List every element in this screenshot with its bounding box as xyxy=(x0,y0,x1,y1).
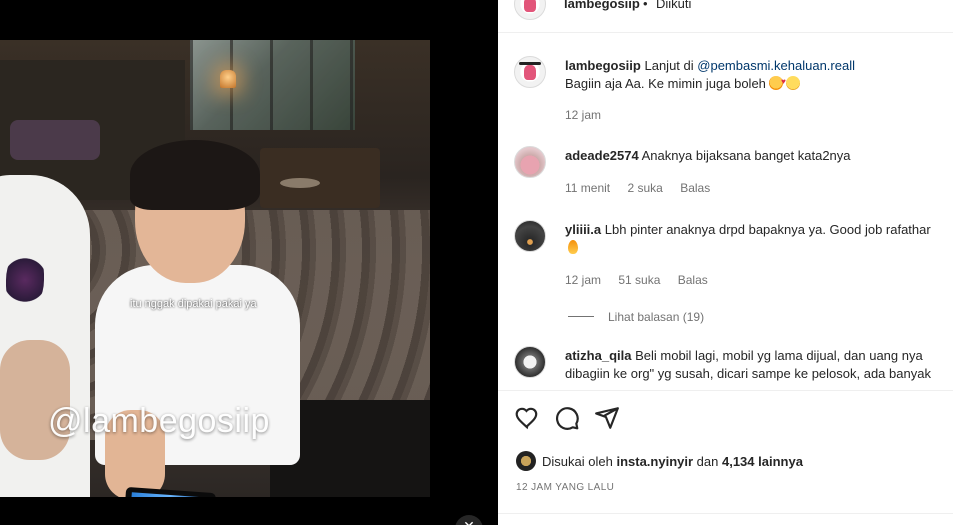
video-phone xyxy=(123,486,217,497)
caption-text: lambegosiip Lanjut di @pembasmi.kehaluan… xyxy=(565,57,855,75)
comment-text: adeade2574 Anaknya bijaksana banget kata… xyxy=(565,147,851,165)
liked-prefix: Disukai oleh xyxy=(542,454,613,469)
comment-likes[interactable]: 51 suka xyxy=(618,273,660,287)
liker-avatar[interactable] xyxy=(516,451,536,471)
caption-line2: Bagiin aja Aa. Ke mimin juga boleh xyxy=(565,76,766,91)
header-separator: • xyxy=(643,0,648,11)
video-boy-hair xyxy=(130,140,260,210)
comment-avatar[interactable] xyxy=(514,346,546,378)
close-icon[interactable]: ✕ xyxy=(455,515,483,525)
video-table xyxy=(260,148,380,208)
video-lamp xyxy=(220,70,236,88)
caption-mention[interactable]: @pembasmi.kehaluan.reall xyxy=(697,58,855,73)
caption-line2-row: Bagiin aja Aa. Ke mimin juga boleh xyxy=(565,73,800,93)
reply-button[interactable]: Balas xyxy=(678,273,708,287)
caption-meta: 12 jam xyxy=(565,108,615,122)
liked-mid: dan xyxy=(696,454,719,469)
comment-meta: 11 menit 2 suka Balas xyxy=(565,181,724,195)
video-window xyxy=(190,40,355,130)
comment-avatar[interactable] xyxy=(514,146,546,178)
comment-text: atizha_qila Beli mobil lagi, mobil yg la… xyxy=(565,347,923,365)
replies-divider xyxy=(568,316,594,318)
post-header: lambegosiip • Diikuti xyxy=(498,0,953,33)
comment-body: Anaknya bijaksana banget kata2nya xyxy=(641,148,851,163)
kiss-emoji-icon xyxy=(768,73,786,91)
comment-meta: 12 jam 51 suka Balas xyxy=(565,273,722,287)
comment-avatar[interactable] xyxy=(514,220,546,252)
video-shirt-print xyxy=(6,250,44,310)
header-avatar[interactable] xyxy=(514,0,546,20)
video-watermark: @lambegosiip xyxy=(48,402,270,440)
post-time[interactable]: 12 JAM YANG LALU xyxy=(516,482,614,493)
likes-summary: Disukai oleh insta.nyinyir dan 4,134 lai… xyxy=(516,451,803,471)
comment-text: yliiii.a Lbh pinter anaknya drpd bapakny… xyxy=(565,221,931,239)
comment-body: Lbh pinter anaknya drpd bapaknya ya. Goo… xyxy=(604,222,931,237)
share-icon[interactable] xyxy=(594,405,620,431)
comment-body: Beli mobil lagi, mobil yg lama dijual, d… xyxy=(635,348,923,363)
post-video[interactable]: itu nggak dipakai pakai ya @lambegosiip xyxy=(0,40,430,497)
comment-username[interactable]: yliiii.a xyxy=(565,222,601,237)
comment-username[interactable]: atizha_qila xyxy=(565,348,631,363)
comment-time[interactable]: 12 jam xyxy=(565,273,601,287)
heart-icon[interactable] xyxy=(514,405,540,431)
post-side-panel: lambegosiip • Diikuti lambegosiip Lanjut… xyxy=(498,0,953,525)
view-replies-button[interactable]: Lihat balasan (19) xyxy=(568,308,704,326)
grin-emoji-icon xyxy=(785,76,800,90)
reply-button[interactable]: Balas xyxy=(680,181,710,195)
comment-line2: dibagiin ke org" yg susah, dicari sampe … xyxy=(565,366,931,381)
comment-username[interactable]: adeade2574 xyxy=(565,148,639,163)
fire-emoji-icon xyxy=(568,240,578,254)
header-username[interactable]: lambegosiip xyxy=(564,0,640,11)
view-replies-label: Lihat balasan (19) xyxy=(608,310,705,324)
add-comment-strip[interactable] xyxy=(498,513,953,525)
liked-count[interactable]: 4,134 lainnya xyxy=(722,454,803,469)
caption-username[interactable]: lambegosiip xyxy=(565,58,641,73)
action-bar: Disukai oleh insta.nyinyir dan 4,134 lai… xyxy=(498,390,953,525)
video-adult-arm xyxy=(0,340,70,460)
comment-likes[interactable]: 2 suka xyxy=(627,181,662,195)
liked-user[interactable]: insta.nyinyir xyxy=(616,454,693,469)
caption-avatar[interactable] xyxy=(514,56,546,88)
caption-prefix: Lanjut di xyxy=(644,58,694,73)
comment-icon[interactable] xyxy=(554,405,580,431)
comment-line2 xyxy=(565,239,578,257)
comment-time[interactable]: 11 menit xyxy=(565,181,610,195)
video-subtitle: itu nggak dipakai pakai ya xyxy=(130,298,257,310)
follow-status[interactable]: Diikuti xyxy=(656,0,691,11)
caption-time[interactable]: 12 jam xyxy=(565,108,601,122)
